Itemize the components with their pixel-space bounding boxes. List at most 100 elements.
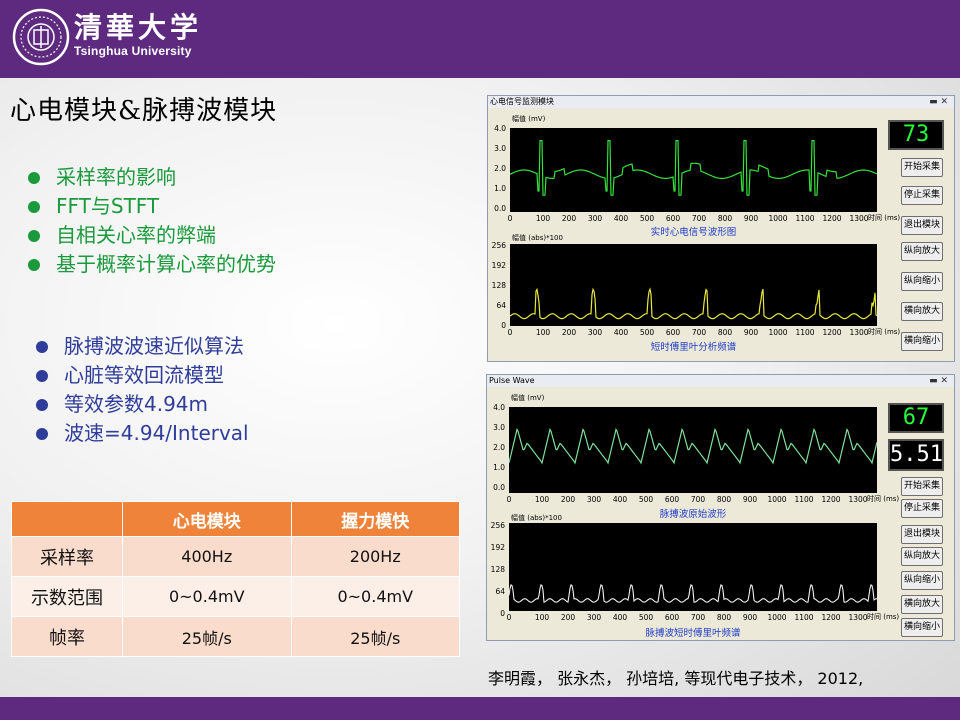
bullet-dot-icon	[28, 230, 40, 242]
table-header-cell: 心电模块	[122, 501, 292, 537]
heart-rate-display: 73	[888, 120, 944, 150]
bullet-dot-icon	[28, 172, 40, 184]
vertical-zoom-out-button[interactable]: 纵向缩小	[901, 571, 943, 590]
x-tick: 0	[506, 613, 512, 622]
x-tick: 200	[560, 495, 576, 504]
exit-module-button[interactable]: 退出模块	[901, 525, 943, 544]
x-tick: 700	[691, 328, 707, 337]
x-tick: 1000	[768, 214, 788, 223]
x-tick: 1300	[848, 495, 868, 504]
x-tick: 200	[561, 214, 577, 223]
window-title: Pulse Wave	[489, 376, 535, 385]
vertical-zoom-out-button[interactable]: 纵向缩小	[901, 272, 943, 291]
window-title: 心电信号监测模块	[490, 97, 554, 106]
x-tick: 1000	[767, 613, 787, 622]
plot-x-ticks: 0 100 200 300 400 500 600 700 800 900 10…	[507, 495, 877, 505]
y-tick: 256	[490, 521, 505, 530]
plot-x-ticks: 0 100 200 300 400 500 600 700 800 900 10…	[508, 214, 877, 224]
y-tick: 1.0	[493, 463, 505, 472]
plot-x-label: 时间 (ms)	[867, 613, 900, 621]
horizontal-zoom-in-button[interactable]: 横向放大	[901, 302, 943, 321]
horizontal-zoom-out-button[interactable]: 横向缩小	[901, 618, 943, 637]
y-tick: 64	[496, 301, 506, 310]
start-acquire-button[interactable]: 开始采集	[901, 158, 943, 177]
y-tick: 0.0	[494, 204, 506, 213]
list-item: 基于概率计算心率的优势	[26, 250, 276, 279]
pulse-waveform-plot	[508, 407, 878, 493]
y-tick: 3.0	[494, 144, 506, 153]
list-item: 等效参数4.94m	[34, 390, 249, 419]
table-row: 帧率 25帧/s 25帧/s	[11, 616, 460, 657]
x-tick: 500	[638, 613, 654, 622]
x-tick: 1200	[822, 328, 842, 337]
bullet-dot-icon	[28, 201, 40, 213]
y-tick: 4.0	[494, 124, 506, 133]
plot-caption: 脉搏波原始波形	[659, 509, 727, 520]
vertical-zoom-in-button[interactable]: 纵向放大	[901, 242, 943, 261]
x-tick: 300	[586, 495, 602, 504]
x-tick: 800	[717, 214, 733, 223]
horizontal-zoom-out-button[interactable]: 横向缩小	[901, 332, 943, 351]
x-tick: 1200	[822, 214, 842, 223]
plot-x-label: 时间 (ms)	[867, 495, 900, 503]
window-title-bar: Pulse Wave ▬ ✕	[487, 375, 954, 387]
list-item: 波速=4.94/Interval	[34, 419, 249, 448]
header-bar: 清華大学 Tsinghua University	[0, 0, 960, 78]
plot-y-label: 幅值 (abs)*100	[512, 234, 563, 242]
x-tick: 600	[665, 214, 681, 223]
y-tick: 4.0	[493, 403, 505, 412]
x-tick: 0	[507, 328, 513, 337]
x-tick: 1200	[821, 495, 841, 504]
university-seal-icon	[12, 8, 70, 70]
spec-table: 心电模块 握力模快 采样率 400Hz 200Hz 示数范围 0~0.4mV 0…	[11, 501, 460, 657]
vertical-zoom-in-button[interactable]: 纵向放大	[901, 547, 943, 566]
plot-y-ticks: 4.0 3.0 2.0 1.0 0.0	[484, 124, 506, 214]
y-tick: 128	[491, 281, 506, 290]
table-cell: 200Hz	[290, 536, 460, 577]
ecg-waveform-plot	[509, 128, 878, 212]
x-tick: 100	[535, 328, 551, 337]
y-tick: 0.0	[493, 483, 505, 492]
plot-y-ticks: 256 192 128 64 0	[484, 241, 506, 331]
plot-x-ticks: 0 100 200 300 400 500 600 700 800 900 10…	[507, 328, 877, 338]
ecg-monitor-window: 心电信号监测模块 ▬ ✕ 幅值 (mV) 4.0 3.0 2.0 1.0 0.0 …	[487, 95, 955, 362]
bullet-dot-icon	[36, 428, 48, 440]
table-row: 采样率 400Hz 200Hz	[11, 536, 460, 577]
plot-caption: 短时傅里叶分析频谱	[650, 342, 737, 353]
x-tick: 400	[612, 613, 628, 622]
x-tick: 800	[716, 495, 732, 504]
x-tick: 1200	[821, 613, 841, 622]
y-tick: 128	[490, 565, 505, 574]
logo-cn: 清華大学	[74, 11, 203, 44]
stop-acquire-button[interactable]: 停止采集	[901, 499, 943, 518]
y-tick: 256	[491, 241, 506, 250]
pulse-waveform-line	[508, 427, 878, 465]
plot-x-label: 时间 (ms)	[868, 214, 901, 222]
exit-module-button[interactable]: 退出模块	[901, 216, 943, 235]
table-header-row: 心电模块 握力模快	[11, 501, 460, 537]
x-tick: 300	[587, 214, 603, 223]
x-tick: 700	[690, 613, 706, 622]
pulse-stft-line	[508, 584, 878, 603]
bullet-text: 基于概率计算心率的优势	[56, 252, 276, 276]
table-row: 示数范围 0~0.4mV 0~0.4mV	[11, 576, 460, 617]
slide-title: 心电模块&脉搏波模块	[10, 96, 278, 126]
start-acquire-button[interactable]: 开始采集	[901, 477, 943, 496]
ecg-stft-svg	[509, 287, 878, 320]
pulse-wave-window: Pulse Wave ▬ ✕ 幅值 (mV) 4.0 3.0 2.0 1.0 0.…	[486, 374, 955, 641]
y-tick: 0	[500, 609, 505, 618]
list-item: 自相关心率的弊端	[26, 221, 276, 250]
x-tick: 400	[612, 495, 628, 504]
plot-x-ticks: 0 100 200 300 400 500 600 700 800 900 10…	[506, 613, 877, 623]
close-icon[interactable]: ▬ ✕	[929, 375, 948, 387]
x-tick: 1100	[794, 495, 814, 504]
plot-y-label: 幅值 (mV)	[512, 115, 546, 123]
bullet-text: 采样率的影响	[56, 165, 176, 189]
table-cell: 400Hz	[122, 536, 292, 577]
stop-acquire-button[interactable]: 停止采集	[901, 186, 943, 205]
x-tick: 700	[691, 214, 707, 223]
horizontal-zoom-in-button[interactable]: 横向放大	[901, 595, 943, 614]
table-cell: 采样率	[11, 536, 123, 577]
table-cell: 0~0.4mV	[290, 576, 460, 617]
close-icon[interactable]: ▬ ✕	[929, 96, 948, 108]
